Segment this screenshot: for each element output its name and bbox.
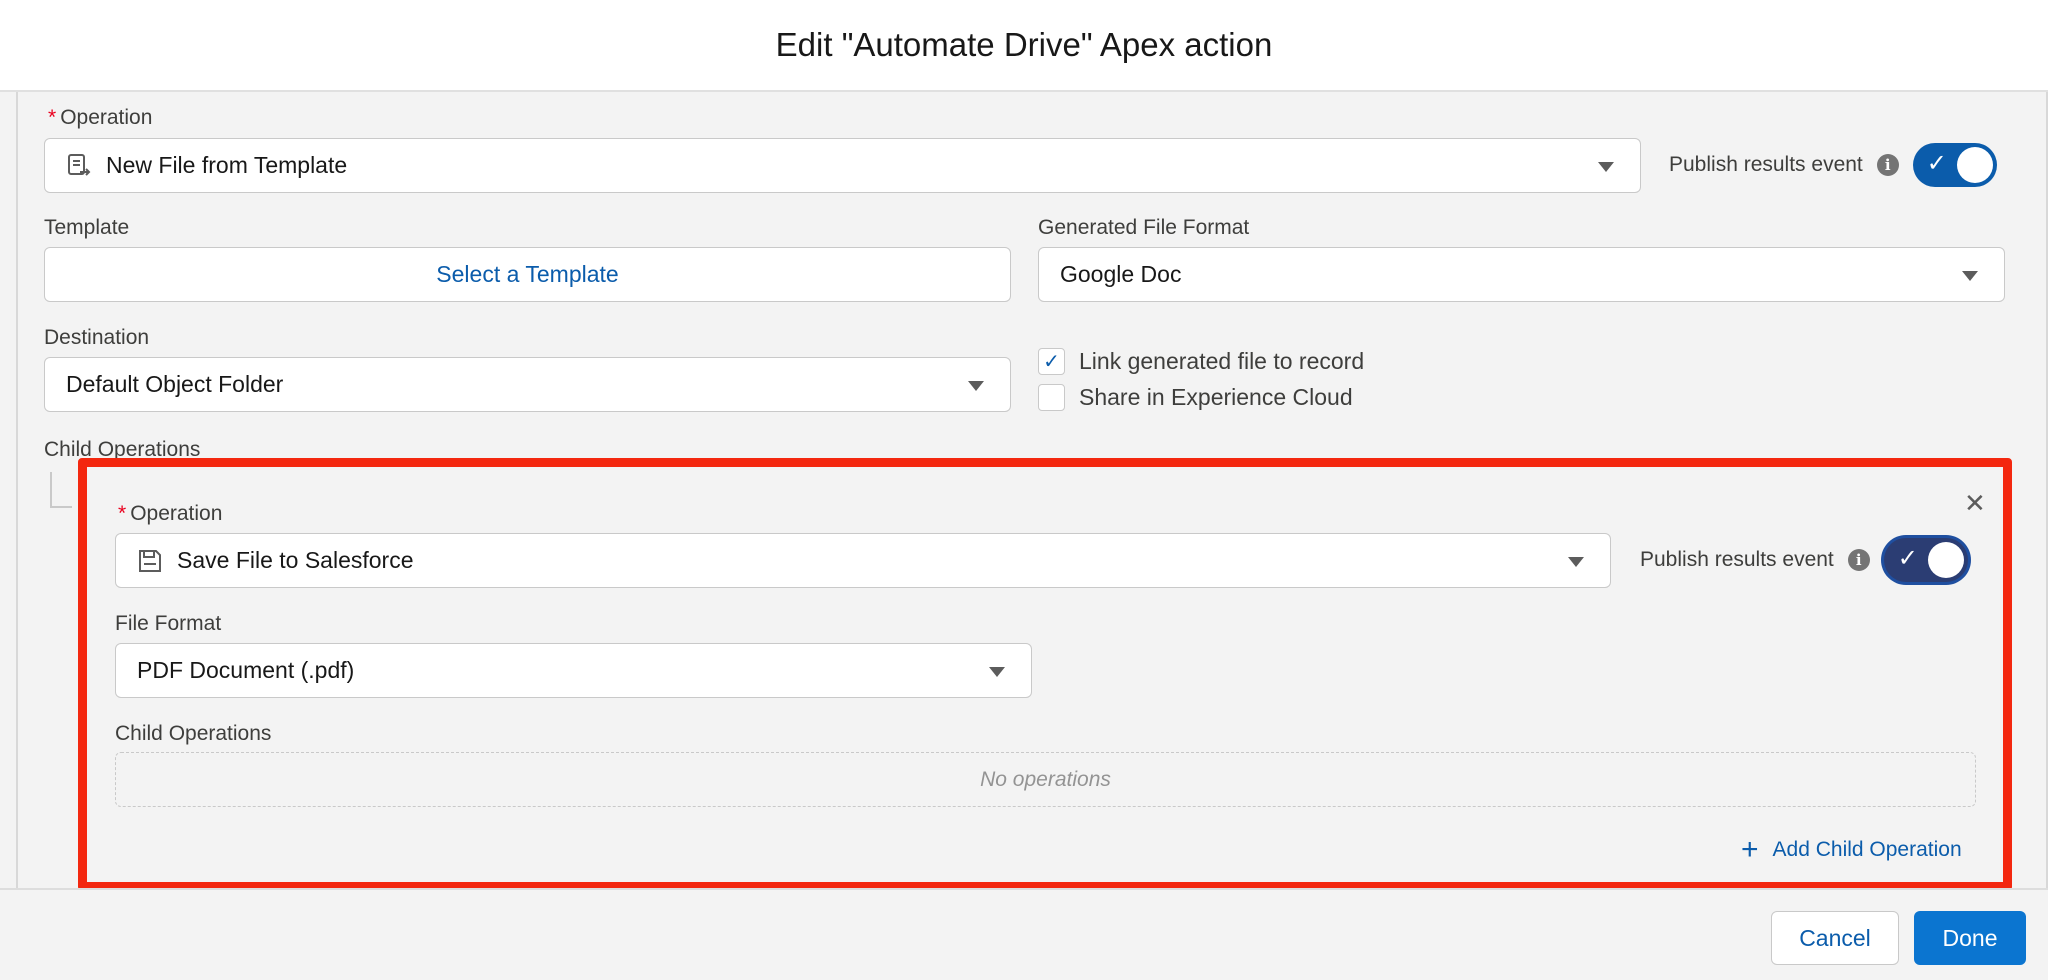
link-file-label: Link generated file to record bbox=[1079, 348, 1365, 374]
toggle-knob bbox=[1956, 147, 1993, 183]
plus-icon: + bbox=[1741, 833, 1759, 866]
chevron-down-icon bbox=[989, 667, 1005, 677]
modal-footer: Cancel Done bbox=[0, 888, 2048, 980]
nested-child-operations-label: Child Operations bbox=[115, 722, 272, 745]
required-marker: * bbox=[48, 106, 57, 129]
publish-results-toggle[interactable]: ✓ bbox=[1912, 143, 1997, 187]
check-icon: ✓ bbox=[1926, 150, 1947, 177]
child-operation-select[interactable]: Save File to Salesforce bbox=[115, 533, 1611, 588]
generated-file-format-select[interactable]: Google Doc bbox=[1038, 247, 2005, 302]
chevron-down-icon bbox=[1598, 162, 1614, 172]
link-file-checkbox[interactable]: ✓ bbox=[1038, 348, 1065, 375]
modal-title: Edit "Automate Drive" Apex action bbox=[775, 26, 1273, 63]
child-publish-results-toggle[interactable]: ✓ bbox=[1883, 538, 1968, 582]
template-label: Template bbox=[44, 216, 130, 239]
template-doc-icon bbox=[66, 153, 92, 179]
operation-label: * Operation bbox=[48, 106, 153, 129]
tree-connector bbox=[50, 472, 72, 508]
no-operations-placeholder: No operations bbox=[115, 752, 1976, 807]
destination-select[interactable]: Default Object Folder bbox=[44, 357, 1011, 412]
share-experience-cloud-checkbox[interactable] bbox=[1038, 384, 1065, 411]
cancel-button[interactable]: Cancel bbox=[1771, 911, 1899, 965]
chevron-down-icon bbox=[1962, 271, 1978, 281]
publish-results-label: Publish results event bbox=[1669, 153, 1863, 176]
child-operation-value: Save File to Salesforce bbox=[177, 547, 414, 573]
done-button[interactable]: Done bbox=[1914, 911, 2026, 965]
child-operations-label: Child Operations bbox=[44, 438, 201, 461]
close-icon[interactable]: ✕ bbox=[1964, 490, 1986, 516]
select-template-button[interactable]: Select a Template bbox=[44, 247, 1011, 302]
share-experience-cloud-label: Share in Experience Cloud bbox=[1079, 384, 1353, 410]
operation-select[interactable]: New File from Template bbox=[44, 138, 1641, 193]
child-publish-results-label: Publish results event bbox=[1640, 548, 1834, 571]
share-experience-cloud-checkbox-row[interactable]: Share in Experience Cloud bbox=[1038, 384, 1353, 411]
add-child-operation-link[interactable]: + Add Child Operation bbox=[1741, 833, 1962, 866]
child-file-format-value: PDF Document (.pdf) bbox=[137, 657, 355, 683]
operation-value: New File from Template bbox=[106, 152, 348, 178]
child-operation-label: * Operation bbox=[118, 502, 223, 525]
save-disk-icon bbox=[137, 548, 163, 574]
info-icon[interactable]: i bbox=[1847, 549, 1870, 571]
child-file-format-select[interactable]: PDF Document (.pdf) bbox=[115, 643, 1032, 698]
chevron-down-icon bbox=[968, 381, 984, 391]
toggle-knob bbox=[1927, 542, 1964, 578]
generated-file-format-label: Generated File Format bbox=[1038, 216, 1250, 239]
add-child-operation-label: Add Child Operation bbox=[1772, 838, 1962, 861]
child-publish-results-group: Publish results event i ✓ bbox=[1640, 538, 1968, 582]
publish-results-group: Publish results event i ✓ bbox=[1669, 143, 1997, 187]
info-icon[interactable]: i bbox=[1876, 154, 1899, 176]
modal-header: Edit "Automate Drive" Apex action bbox=[0, 0, 2048, 92]
chevron-down-icon bbox=[1568, 557, 1584, 567]
destination-value: Default Object Folder bbox=[66, 371, 284, 397]
child-file-format-label: File Format bbox=[115, 612, 222, 635]
required-marker: * bbox=[118, 502, 127, 525]
generated-file-format-value: Google Doc bbox=[1060, 261, 1182, 287]
destination-label: Destination bbox=[44, 326, 150, 349]
check-icon: ✓ bbox=[1897, 545, 1918, 572]
link-file-checkbox-row[interactable]: ✓ Link generated file to record bbox=[1038, 348, 1364, 375]
